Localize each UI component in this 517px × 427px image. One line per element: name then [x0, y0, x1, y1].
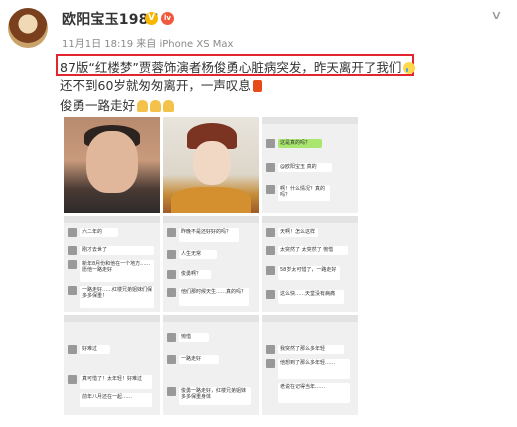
chat-avatar	[266, 266, 275, 275]
chat-avatar	[68, 260, 77, 269]
portrait-face	[86, 131, 138, 193]
chat-header	[262, 117, 358, 124]
candle-emoji-icon	[252, 80, 262, 92]
chat-bubble: 惋惜	[179, 333, 209, 342]
chat-header	[163, 315, 259, 322]
chat-bubble: 刚才去世了	[80, 246, 154, 255]
post-text-line-2-text: 还不到60岁就匆匆离开，一声叹息	[60, 78, 251, 93]
chat-header	[262, 216, 358, 223]
chat-avatar	[167, 387, 176, 396]
chat-bubble: 真可惜了！太年轻！好难过	[80, 375, 152, 389]
chat-avatar	[266, 359, 275, 368]
post-image-5[interactable]: 昨晚不是还好好的吗？ 人生无常 俊勇啊？ 他们那时候天生……真的吗？	[163, 216, 259, 312]
chat-bubble: @欧阳宝玉 真的	[278, 163, 332, 172]
crying-emoji-icon	[403, 62, 416, 74]
chat-avatar	[167, 228, 176, 237]
verified-badge-icon: V	[145, 12, 158, 25]
chat-bubble: 这么快……天堂没有病痛	[278, 290, 344, 304]
chat-avatar	[266, 185, 275, 194]
chat-avatar	[167, 270, 176, 279]
pray-emoji-icon	[163, 100, 175, 112]
post-image-7[interactable]: 好难过 真可惜了！太年轻！好难过 前年八月还在一起……	[64, 315, 160, 415]
chat-header	[163, 216, 259, 223]
post-image-4[interactable]: 六二年的 刚才去世了 新年8月份和他在一个地方……愿他一路走好 一路走好……红楼…	[64, 216, 160, 312]
chat-header	[64, 216, 160, 223]
post-text-line-3-text: 俊勇一路走好	[60, 98, 136, 113]
chat-header	[262, 315, 358, 322]
chat-avatar	[68, 246, 77, 255]
chevron-down-icon[interactable]: ∨	[490, 8, 502, 22]
post-image-6[interactable]: 天啊！怎么这样 太突然了 太突然了 惋惜 58岁太可惜了，一路走好 这么快……天…	[262, 216, 358, 312]
post-image-1[interactable]	[64, 117, 160, 213]
chat-bubble: 新年8月份和他在一个地方……愿他一路走好	[80, 260, 154, 282]
chat-avatar	[167, 355, 176, 364]
chat-avatar	[266, 139, 275, 148]
pray-emoji-icon	[137, 100, 149, 112]
post-text-line-2: 还不到60岁就匆匆离开，一声叹息	[60, 75, 262, 94]
chat-bubble: 一路走好……红楼兄弟姐妹们保多多保重！	[80, 286, 154, 308]
chat-avatar	[266, 290, 275, 299]
level-badge-icon: lv	[161, 12, 174, 25]
post-image-3[interactable]: 这是真的吗？ @欧阳宝玉 真的 啊！什么情况？真的吗？	[262, 117, 358, 213]
post-text-line-3: 俊勇一路走好	[60, 95, 175, 114]
chat-bubble: 人生无常	[179, 250, 217, 259]
chat-avatar	[68, 345, 77, 354]
chat-bubble: 这是真的吗？	[278, 139, 322, 148]
post-meta: 11月1日 18:19 来自 iPhone XS Max	[62, 39, 234, 50]
chat-bubble: 啊！什么情况？真的吗？	[278, 185, 330, 201]
post-text-line-1: 87版“红楼梦”贾蓉饰演者杨俊勇心脏病突发，昨天离开了我们	[60, 57, 416, 76]
chat-bubble: 六二年的	[80, 228, 118, 237]
chat-avatar	[68, 375, 77, 384]
costume-robe	[171, 187, 251, 213]
chat-avatar	[167, 333, 176, 342]
post-text-line-1-text: 87版“红楼梦”贾蓉饰演者杨俊勇心脏病突发，昨天离开了我们	[60, 60, 402, 75]
chat-bubble: 天啊！怎么这样	[278, 228, 318, 237]
chat-avatar	[266, 228, 275, 237]
chat-bubble: 我突然了那么多年轻	[278, 345, 344, 354]
chat-bubble: 他想到了那么多年轻……	[278, 359, 350, 379]
pray-emoji-icon	[150, 100, 162, 112]
chat-bubble: 俊勇啊？	[179, 270, 211, 279]
chat-avatar	[68, 228, 77, 237]
chat-avatar	[167, 250, 176, 259]
chat-avatar	[68, 286, 77, 295]
chat-bubble: 昨晚不是还好好的吗？	[179, 228, 239, 242]
post-image-9[interactable]: 我突然了那么多年轻 他想到了那么多年轻…… 老说在记得当年……	[262, 315, 358, 415]
chat-avatar	[266, 246, 275, 255]
chat-bubble: 太突然了 太突然了 惋惜	[278, 246, 348, 255]
chat-bubble: 老说在记得当年……	[278, 383, 350, 403]
avatar[interactable]	[8, 8, 48, 48]
chat-bubble: 俊勇一路走好，红楼兄弟姐妹多多保重身体	[179, 387, 251, 405]
post-image-2[interactable]	[163, 117, 259, 213]
post-image-8[interactable]: 惋惜 一路走好 俊勇一路走好，红楼兄弟姐妹多多保重身体	[163, 315, 259, 415]
costume-face	[193, 141, 231, 185]
chat-bubble: 好难过	[80, 345, 110, 354]
chat-bubble: 他们那时候天生……真的吗？	[179, 288, 249, 306]
chat-bubble: 58岁太可惜了，一路走好	[278, 266, 340, 280]
chat-bubble: 前年八月还在一起……	[80, 393, 152, 407]
chat-avatar	[167, 288, 176, 297]
chat-avatar	[266, 345, 275, 354]
chat-bubble: 一路走好	[179, 355, 219, 364]
chat-header	[64, 315, 160, 322]
chat-avatar	[266, 163, 275, 172]
